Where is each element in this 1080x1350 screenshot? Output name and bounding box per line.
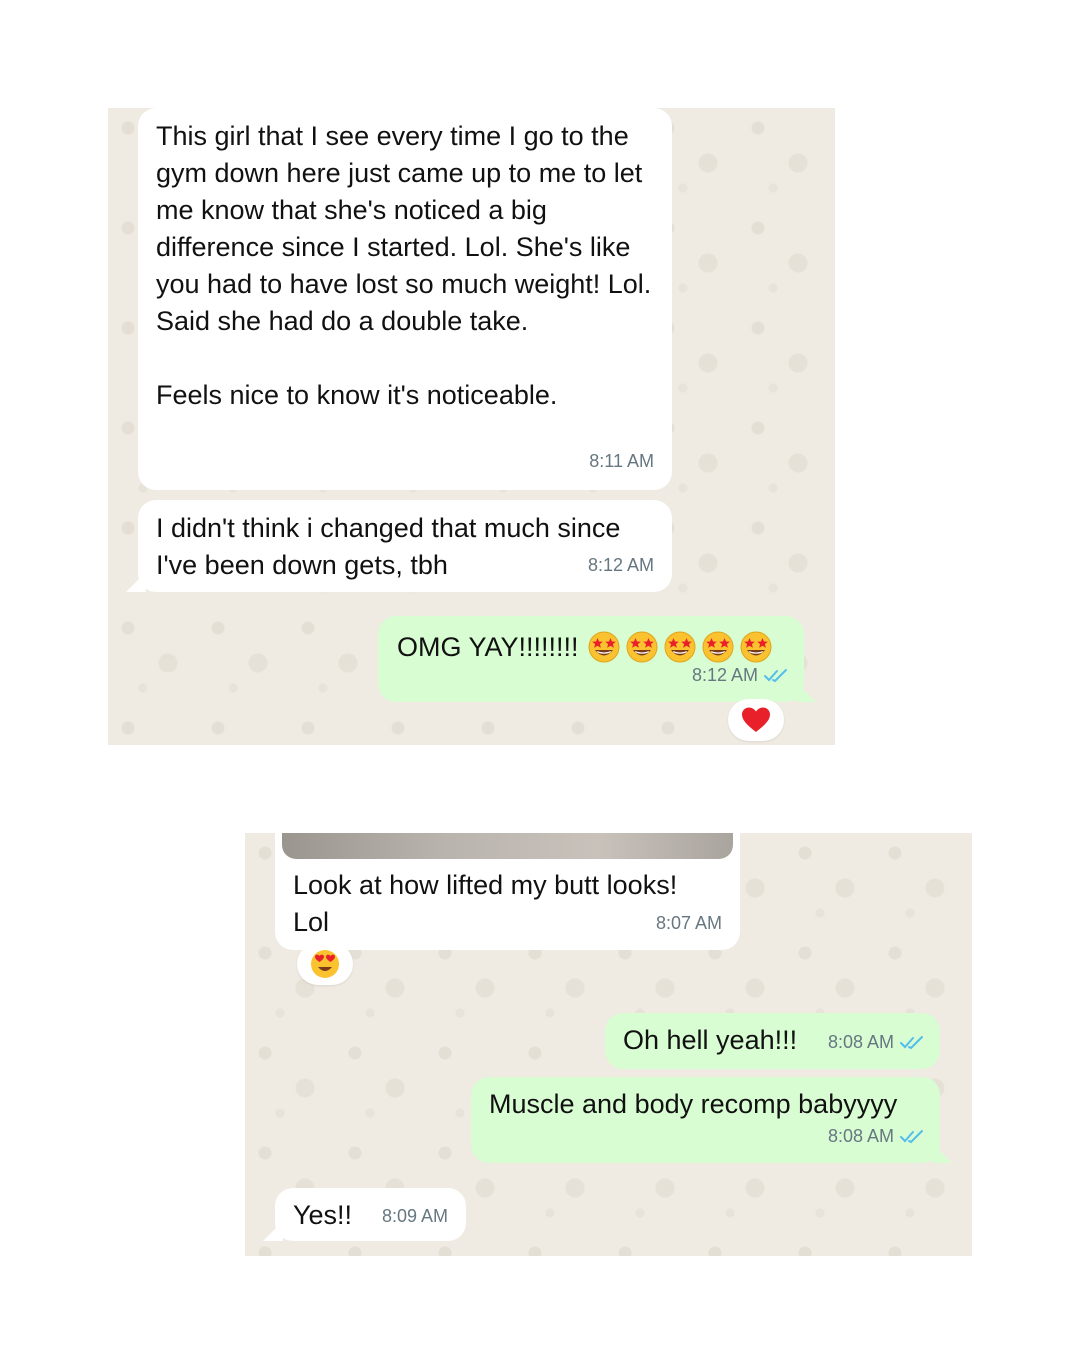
incoming-message[interactable]: Yes!! 8:09 AM — [263, 1188, 466, 1241]
incoming-message[interactable]: This girl that I see every time I go to … — [138, 108, 672, 490]
outgoing-message[interactable]: Oh hell yeah!!! 8:08 AM — [605, 1013, 940, 1069]
message-text: I didn't think i changed that much since… — [156, 513, 628, 580]
star-struck-emoji-icon — [588, 631, 620, 663]
message-timestamp: 8:12 AM — [692, 657, 788, 694]
red-heart-emoji-icon — [742, 707, 770, 732]
message-text: Look at how lifted my butt looks! Lol — [293, 870, 685, 937]
incoming-message[interactable]: I didn't think i changed that much since… — [126, 500, 672, 592]
message-text: This girl that I see every time I go to … — [156, 121, 652, 410]
chat-screenshot-1: This girl that I see every time I go to … — [108, 108, 835, 745]
message-timestamp: 8:12 AM — [587, 555, 654, 575]
message-timestamp: 8:08 AM — [828, 1118, 924, 1155]
star-struck-emoji-icon — [626, 631, 658, 663]
message-timestamp: 8:08 AM — [828, 1024, 924, 1061]
double-check-icon — [900, 1035, 923, 1049]
chat-screenshot-2: Look at how lifted my butt looks! Lol 8:… — [245, 833, 972, 1256]
message-reaction[interactable] — [297, 943, 353, 985]
heart-eyes-emoji-icon — [311, 950, 339, 978]
message-text: OMG YAY!!!!!!!! — [397, 631, 579, 662]
message-reaction[interactable] — [728, 699, 784, 741]
message-timestamp: 8:07 AM — [655, 913, 722, 933]
double-check-icon — [764, 668, 787, 682]
image-preview[interactable] — [282, 833, 733, 859]
outgoing-message[interactable]: Muscle and body recomp babyyyy 8:08 AM — [471, 1077, 952, 1163]
double-check-icon — [900, 1129, 923, 1143]
message-timestamp: 8:09 AM — [381, 1206, 448, 1226]
message-timestamp: 8:11 AM — [589, 451, 654, 471]
incoming-message[interactable]: Look at how lifted my butt looks! Lol 8:… — [275, 833, 740, 950]
outgoing-message[interactable]: OMG YAY!!!!!!!! 8:12 AM — [378, 616, 816, 702]
